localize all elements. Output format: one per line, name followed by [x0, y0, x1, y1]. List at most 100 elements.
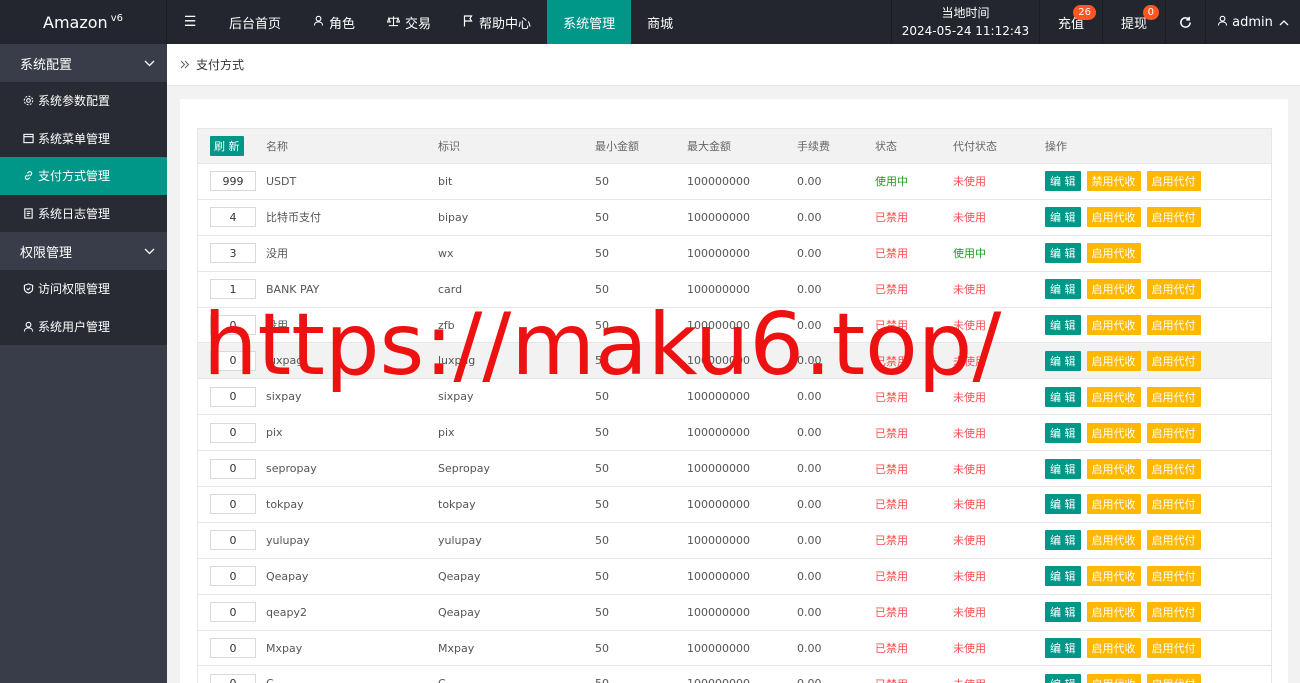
withdraw-button[interactable]: 提现 0	[1101, 0, 1165, 44]
edit-button[interactable]: 编 辑	[1045, 350, 1081, 371]
toggle-collect-button[interactable]: 启用代收	[1086, 315, 1141, 335]
edit-button[interactable]: 编 辑	[1045, 315, 1081, 335]
toggle-payout-button[interactable]: 启用代付	[1146, 386, 1201, 407]
nav-item-home[interactable]: 后台首页	[213, 0, 297, 44]
toggle-collect-button[interactable]: 禁用代收	[1086, 171, 1141, 192]
actions-cell: 编 辑启用代收启用代付	[1045, 207, 1271, 228]
edit-button[interactable]: 编 辑	[1045, 638, 1081, 659]
edit-button[interactable]: 编 辑	[1045, 602, 1081, 623]
sort-order-input[interactable]	[210, 494, 256, 515]
edit-button[interactable]: 编 辑	[1045, 279, 1081, 300]
sidebar-group-permissions[interactable]: 权限管理	[0, 232, 167, 270]
sort-order-input[interactable]	[210, 171, 256, 192]
fee-cell: 0.00	[797, 497, 822, 511]
sidebar-group-system-config[interactable]: 系统配置	[0, 44, 167, 82]
edit-button[interactable]: 编 辑	[1045, 243, 1081, 264]
toggle-payout-button[interactable]: 启用代付	[1146, 279, 1201, 300]
toggle-collect-button[interactable]: 启用代收	[1086, 279, 1141, 300]
edit-button[interactable]: 编 辑	[1045, 386, 1081, 407]
sort-order-input[interactable]	[210, 207, 256, 228]
toggle-collect-button[interactable]: 启用代收	[1086, 422, 1141, 443]
sidebar-item-access-permissions[interactable]: 访问权限管理	[0, 270, 167, 308]
actions-cell: 编 辑启用代收启用代付	[1045, 638, 1271, 659]
sort-order-input[interactable]	[210, 350, 256, 371]
max-amount-cell: 100000000	[687, 426, 750, 440]
toggle-payout-button[interactable]: 启用代付	[1146, 315, 1201, 335]
toggle-collect-button[interactable]: 启用代收	[1086, 638, 1141, 659]
sort-order-input[interactable]	[210, 638, 256, 659]
toggle-payout-button[interactable]: 启用代付	[1146, 207, 1201, 228]
toggle-payout-button[interactable]: 启用代付	[1146, 350, 1201, 371]
toggle-collect-button[interactable]: 启用代收	[1086, 530, 1141, 551]
edit-button[interactable]: 编 辑	[1045, 207, 1081, 228]
toggle-collect-button[interactable]: 启用代收	[1086, 207, 1141, 228]
sort-order-input[interactable]	[210, 458, 256, 479]
recharge-button[interactable]: 充值 26	[1038, 0, 1102, 44]
app-logo[interactable]: Amazon v6	[0, 0, 167, 44]
sort-order-input[interactable]	[210, 243, 256, 264]
edit-button[interactable]: 编 辑	[1045, 530, 1081, 551]
status-badge: 已禁用	[875, 606, 908, 620]
clock-time: 2024-05-24 11:12:43	[901, 24, 1030, 38]
user-menu[interactable]: admin	[1205, 0, 1300, 44]
sort-cell	[198, 638, 266, 659]
toggle-collect-button[interactable]: 启用代收	[1086, 602, 1141, 623]
toggle-collect-button[interactable]: 启用代收	[1086, 566, 1141, 587]
refresh-icon[interactable]	[1165, 0, 1205, 44]
sort-order-input[interactable]	[210, 673, 256, 683]
table-row: Mxpay Mxpay 50 100000000 0.00 已禁用 未使用 编 辑启用代收启用…	[198, 630, 1271, 667]
sidebar-item-system-params[interactable]: 系统参数配置	[0, 82, 167, 120]
toggle-payout-button[interactable]: 启用代付	[1146, 673, 1201, 683]
edit-button[interactable]: 编 辑	[1045, 171, 1081, 192]
breadcrumb-current[interactable]: 支付方式	[196, 56, 244, 73]
payout-status-badge: 未使用	[953, 426, 986, 440]
sort-order-input[interactable]	[210, 386, 256, 407]
sort-order-input[interactable]	[210, 566, 256, 587]
edit-button[interactable]: 编 辑	[1045, 566, 1081, 587]
min-amount-cell: 50	[595, 318, 609, 332]
toggle-collect-button[interactable]: 启用代收	[1086, 458, 1141, 479]
sort-order-input[interactable]	[210, 422, 256, 443]
edit-button[interactable]: 编 辑	[1045, 458, 1081, 479]
sidebar-item-system-log[interactable]: 系统日志管理	[0, 195, 167, 233]
toggle-collect-button[interactable]: 启用代收	[1086, 386, 1141, 407]
name-cell: pix	[266, 426, 283, 440]
toggle-collect-button[interactable]: 启用代收	[1086, 673, 1141, 683]
toggle-payout-button[interactable]: 启用代付	[1146, 530, 1201, 551]
flag-icon	[463, 14, 474, 30]
sort-order-input[interactable]	[210, 530, 256, 551]
toggle-payout-button[interactable]: 启用代付	[1146, 171, 1201, 192]
toggle-payout-button[interactable]: 启用代付	[1146, 494, 1201, 515]
actions-cell: 编 辑启用代收启用代付	[1045, 566, 1271, 587]
toggle-payout-button[interactable]: 启用代付	[1146, 458, 1201, 479]
refresh-sort-button[interactable]: 刷 新	[210, 136, 244, 156]
user-icon	[1217, 15, 1228, 30]
edit-button[interactable]: 编 辑	[1045, 494, 1081, 515]
nav-item-help[interactable]: 帮助中心	[447, 0, 547, 44]
sidebar-item-system-users[interactable]: 系统用户管理	[0, 308, 167, 346]
toggle-collect-button[interactable]: 启用代收	[1086, 350, 1141, 371]
sidebar-item-system-menu[interactable]: 系统菜单管理	[0, 120, 167, 158]
edit-button[interactable]: 编 辑	[1045, 673, 1081, 683]
nav-item-system[interactable]: 系统管理	[547, 0, 632, 44]
toggle-collect-button[interactable]: 启用代收	[1086, 494, 1141, 515]
sort-order-input[interactable]	[210, 602, 256, 623]
actions-cell: 编 辑启用代收启用代付	[1045, 494, 1271, 515]
sidebar-item-payment-methods[interactable]: 支付方式管理	[0, 157, 167, 195]
sort-order-input[interactable]	[210, 279, 256, 300]
toggle-payout-button[interactable]: 启用代付	[1146, 566, 1201, 587]
menu-toggle-icon[interactable]: ☰	[167, 0, 213, 44]
toggle-payout-button[interactable]: 启用代付	[1146, 422, 1201, 443]
nav-item-roles[interactable]: 角色	[297, 0, 371, 44]
nav-item-trade[interactable]: 交易	[371, 0, 447, 44]
toggle-collect-button[interactable]: 启用代收	[1086, 243, 1141, 264]
toggle-payout-button[interactable]: 启用代付	[1146, 602, 1201, 623]
payout-status-badge: 未使用	[953, 462, 986, 476]
sort-order-input[interactable]	[210, 315, 256, 335]
min-amount-cell: 50	[595, 569, 609, 583]
table-body: USDTbit501000000000.00使用中未使用编 辑禁用代收启用代付比…	[198, 164, 1271, 683]
gear-icon	[22, 95, 34, 107]
edit-button[interactable]: 编 辑	[1045, 422, 1081, 443]
nav-item-shop[interactable]: 商城	[631, 0, 689, 44]
toggle-payout-button[interactable]: 启用代付	[1146, 638, 1201, 659]
